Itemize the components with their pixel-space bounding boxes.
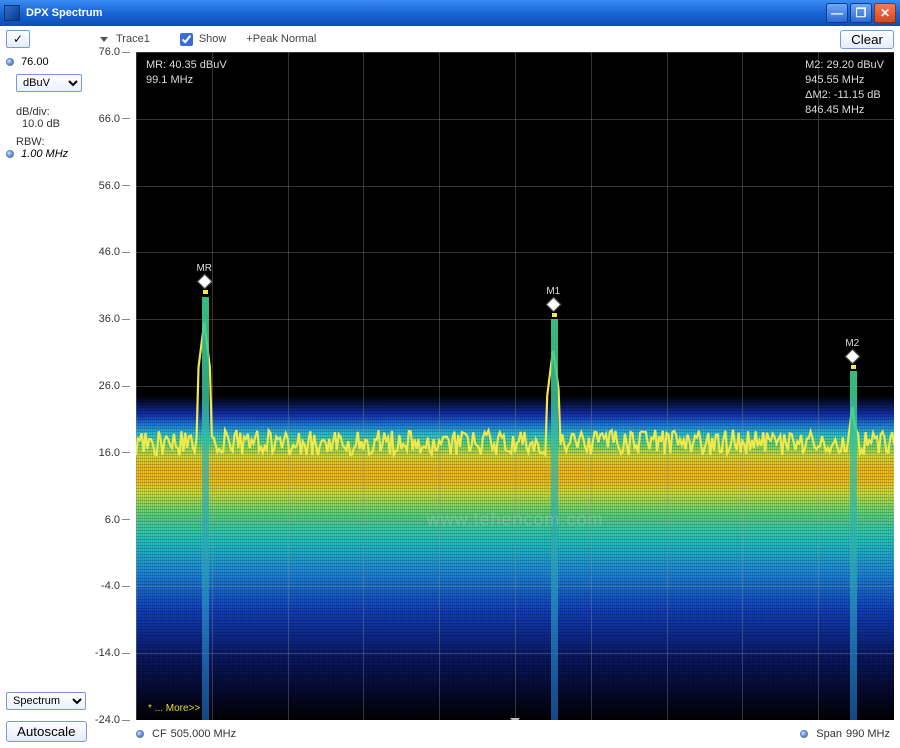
y-tick: 46.0 (99, 246, 130, 258)
confirm-button[interactable]: ✓ (6, 30, 30, 48)
show-checkbox[interactable] (180, 33, 193, 46)
bottom-status-bar: CF 505.000 MHz Span 990 MHz (92, 724, 894, 744)
cf-knob-icon[interactable] (136, 730, 144, 738)
show-label: Show (199, 33, 227, 45)
y-tick: 66.0 (99, 113, 130, 125)
ref-level-knob-icon[interactable] (6, 58, 14, 66)
y-axis: 76.066.056.046.036.026.016.06.0-4.0-14.0… (92, 52, 136, 720)
rbw-value[interactable]: 1.00 MHz (21, 148, 68, 160)
rbw-label: RBW: (6, 136, 86, 148)
trace-dropdown-arrow-icon[interactable] (100, 37, 108, 42)
left-panel: 76.00 dBuV dB/div: 10.0 dB RBW: 1.00 MHz (0, 52, 92, 748)
clear-button[interactable]: Clear (840, 30, 894, 49)
ref-level-value[interactable]: 76.00 (21, 56, 49, 68)
y-tick: 76.0 (99, 46, 130, 58)
maximize-button[interactable]: ❐ (850, 3, 872, 23)
y-tick: 56.0 (99, 180, 130, 192)
span-value[interactable]: 990 MHz (846, 728, 890, 740)
trace-mode-label: +Peak Normal (246, 33, 316, 45)
trace-label[interactable]: Trace1 (116, 33, 150, 45)
marker-readout-mr: MR: 40.35 dBuV 99.1 MHz (146, 58, 227, 88)
y-tick: 26.0 (99, 380, 130, 392)
autoscale-button[interactable]: Autoscale (6, 721, 87, 742)
spectrum-plot[interactable]: MRM1M2 MR: 40.35 dBuV 99.1 MHz M2: 29.20… (136, 52, 894, 720)
app-icon (4, 5, 20, 21)
plot-area: 76.066.056.046.036.026.016.06.0-4.0-14.0… (92, 52, 894, 720)
span-label: Span (816, 728, 842, 740)
y-tick: 16.0 (99, 447, 130, 459)
close-button[interactable]: ✕ (874, 3, 896, 23)
unit-select[interactable]: dBuV (16, 74, 82, 92)
cf-label: CF (152, 728, 167, 740)
y-tick: -4.0 (101, 580, 130, 592)
y-tick: -14.0 (95, 647, 130, 659)
top-toolbar: ✓ Trace1 Show +Peak Normal Clear (0, 26, 900, 52)
window-title: DPX Spectrum (26, 7, 826, 19)
db-per-div-value[interactable]: 10.0 dB (6, 118, 86, 130)
marker-readout-m2: M2: 29.20 dBuV 945.55 MHz ΔM2: -11.15 dB… (805, 58, 884, 117)
y-tick: 6.0 (105, 514, 130, 526)
rbw-knob-icon[interactable] (6, 150, 14, 158)
window-titlebar: DPX Spectrum — ❐ ✕ (0, 0, 900, 26)
span-knob-icon[interactable] (800, 730, 808, 738)
view-select[interactable]: Spectrum (6, 692, 86, 710)
center-freq-tick-icon (510, 718, 520, 720)
minimize-button[interactable]: — (826, 3, 848, 23)
y-tick: 36.0 (99, 313, 130, 325)
db-per-div-label: dB/div: (6, 106, 86, 118)
more-link[interactable]: * ... More>> (148, 703, 200, 714)
cf-value[interactable]: 505.000 MHz (171, 728, 236, 740)
